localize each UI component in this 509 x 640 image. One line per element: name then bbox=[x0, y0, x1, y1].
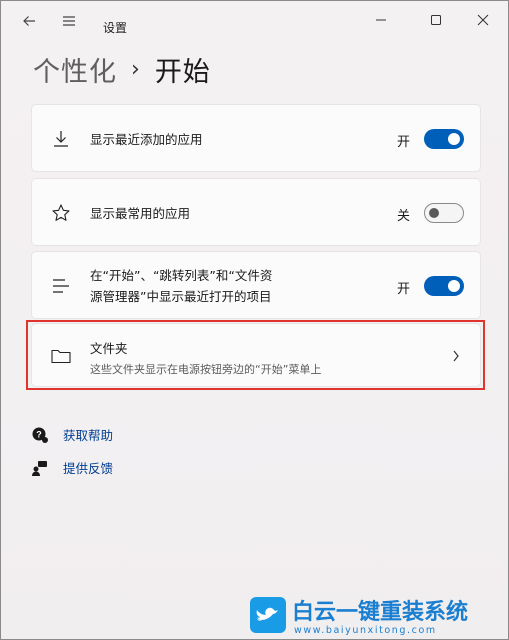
svg-text:白云一键重装系统: 白云一键重装系统 bbox=[292, 599, 468, 625]
feedback-icon bbox=[32, 460, 47, 476]
star-icon bbox=[49, 201, 73, 225]
download-icon bbox=[49, 127, 73, 151]
close-icon bbox=[477, 14, 489, 26]
bird-logo-icon: 白云一键重装系统 www.baiyunxitong.com bbox=[250, 597, 468, 636]
watermark-logo: 白云一键重装系统 www.baiyunxitong.com bbox=[248, 595, 498, 637]
recent-items-toggle[interactable] bbox=[424, 276, 464, 296]
page-title: 开始 bbox=[154, 56, 211, 88]
close-button[interactable] bbox=[463, 7, 503, 33]
svg-text:www.baiyunxitong.com: www.baiyunxitong.com bbox=[294, 625, 437, 636]
list-lines-icon bbox=[49, 274, 73, 298]
give-feedback-label: 提供反馈 bbox=[63, 461, 114, 476]
setting-label-line2: 源管理器”中显示最近打开的项目 bbox=[90, 289, 272, 304]
setting-recently-added: 显示最近添加的应用 开 bbox=[31, 104, 481, 172]
toggle-state-text: 开 bbox=[396, 135, 410, 150]
toggle-state-text: 关 bbox=[396, 209, 410, 224]
maximize-icon bbox=[431, 15, 441, 25]
setting-recent-items: 在“开始”、“跳转列表”和“文件资 源管理器”中显示最近打开的项目 开 bbox=[31, 251, 481, 319]
breadcrumb-separator: › bbox=[131, 56, 141, 82]
get-help-label: 获取帮助 bbox=[63, 428, 114, 443]
recently-added-toggle[interactable] bbox=[424, 129, 464, 149]
highlight-box bbox=[26, 320, 485, 390]
title-bar: 设置 bbox=[1, 1, 508, 41]
breadcrumb-parent[interactable]: 个性化 bbox=[33, 50, 117, 89]
settings-window: 设置 个性化 › 开始 显示最近添加的应用 开 显示最常用的应用 关 在“开始”… bbox=[0, 0, 509, 640]
back-button[interactable] bbox=[15, 9, 43, 33]
get-help-link[interactable]: ? 获取帮助 bbox=[31, 425, 113, 444]
maximize-button[interactable] bbox=[416, 7, 456, 33]
toggle-state-text: 开 bbox=[396, 282, 410, 297]
breadcrumb: 个性化 › 开始 bbox=[33, 49, 211, 89]
svg-text:?: ? bbox=[36, 429, 42, 439]
setting-label-line1: 在“开始”、“跳转列表”和“文件资 bbox=[90, 268, 273, 283]
give-feedback-link[interactable]: 提供反馈 bbox=[31, 458, 113, 477]
setting-most-used: 显示最常用的应用 关 bbox=[31, 178, 481, 246]
most-used-toggle[interactable] bbox=[424, 203, 464, 223]
minimize-button[interactable] bbox=[361, 7, 401, 33]
menu-button[interactable] bbox=[55, 9, 83, 33]
hamburger-icon bbox=[63, 16, 75, 26]
minimize-icon bbox=[376, 19, 386, 21]
window-title: 设置 bbox=[103, 21, 128, 35]
back-arrow-icon bbox=[23, 16, 35, 26]
help-icon: ? bbox=[32, 427, 48, 443]
setting-label: 显示最近添加的应用 bbox=[90, 132, 203, 147]
setting-label: 显示最常用的应用 bbox=[90, 206, 191, 221]
